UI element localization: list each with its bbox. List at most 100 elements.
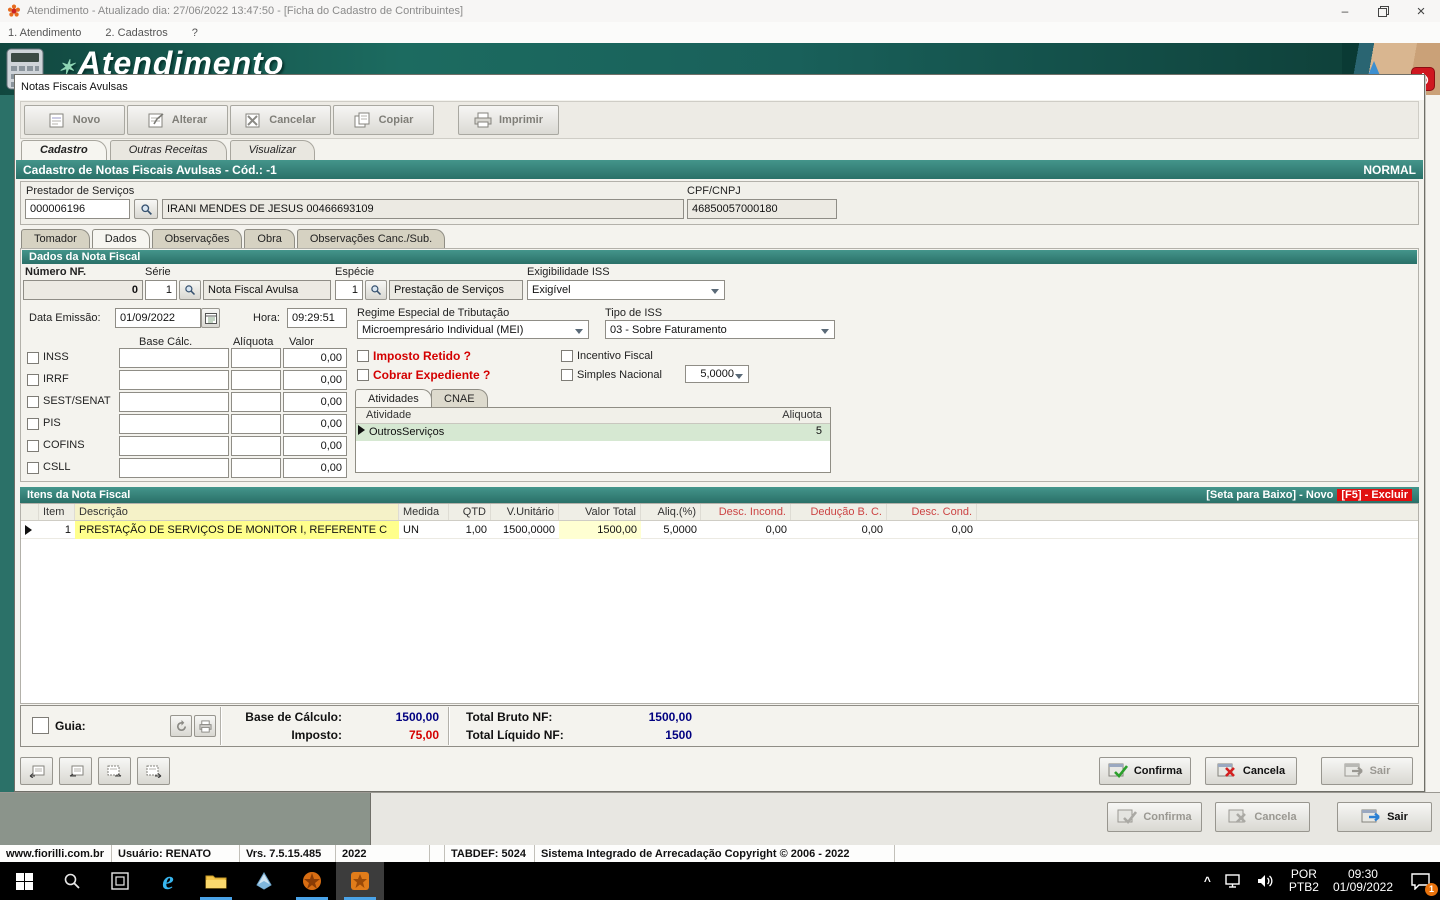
internet-explorer-button[interactable]: e: [144, 862, 192, 900]
pis-aliquota-field[interactable]: [231, 414, 281, 434]
app-button-fiorilli-2[interactable]: [336, 862, 384, 900]
especie-field[interactable]: 1: [335, 280, 363, 300]
csll-aliquota-field[interactable]: [231, 458, 281, 478]
nav-prev-button[interactable]: [59, 757, 92, 785]
cpf-field: 46850057000180: [687, 199, 837, 219]
regime-select[interactable]: Microempresário Individual (MEI): [357, 320, 589, 339]
imprimir-button[interactable]: Imprimir: [458, 105, 559, 135]
csll-checkbox[interactable]: [27, 462, 39, 474]
minimize-button[interactable]: –: [1326, 0, 1364, 22]
csll-valor-field[interactable]: 0,00: [283, 458, 347, 478]
cofins-aliquota-field[interactable]: [231, 436, 281, 456]
nav-next-button[interactable]: [98, 757, 131, 785]
tab-visualizar[interactable]: Visualizar: [230, 140, 316, 160]
cofins-base-field[interactable]: [119, 436, 229, 456]
prestador-code-field[interactable]: 000006196: [25, 199, 130, 219]
guia-checkbox[interactable]: [32, 717, 49, 734]
calendar-button[interactable]: [201, 308, 220, 328]
tab-obra[interactable]: Obra: [244, 229, 294, 248]
incentivo-checkbox[interactable]: [561, 350, 573, 362]
network-icon[interactable]: [1218, 862, 1250, 900]
tab-cadastro[interactable]: Cadastro: [21, 140, 107, 160]
tab-dados[interactable]: Dados: [92, 229, 150, 248]
file-explorer-button[interactable]: [192, 862, 240, 900]
simples-select[interactable]: 5,0000: [685, 365, 749, 383]
menu-cadastros[interactable]: 2. Cadastros: [105, 27, 167, 39]
cofins-valor-field[interactable]: 0,00: [283, 436, 347, 456]
hora-field[interactable]: 09:29:51: [287, 308, 347, 328]
divider: [448, 707, 449, 745]
irrf-base-field[interactable]: [119, 370, 229, 390]
item-row[interactable]: 1 PRESTAÇÃO DE SERVIÇOS DE MONITOR I, RE…: [21, 521, 1418, 539]
inss-base-field[interactable]: [119, 348, 229, 368]
search-icon: [140, 203, 153, 216]
sest-aliquota-field[interactable]: [231, 392, 281, 412]
tab-atividades[interactable]: Atividades: [355, 389, 432, 407]
start-button[interactable]: [0, 862, 48, 900]
tab-tomador[interactable]: Tomador: [21, 229, 90, 248]
numero-field[interactable]: 0: [23, 280, 143, 300]
total-bruto-label: Total Bruto NF:: [466, 710, 596, 724]
sair-button[interactable]: Sair: [1321, 757, 1413, 785]
notification-center-button[interactable]: 1: [1400, 862, 1440, 900]
sest-base-field[interactable]: [119, 392, 229, 412]
nav-first-button[interactable]: [20, 757, 53, 785]
inner-tabs: Tomador Dados Observações Obra Observaçõ…: [21, 229, 447, 248]
menu-help[interactable]: ?: [192, 27, 198, 39]
serie-search-button[interactable]: [179, 280, 201, 300]
nav-last-button[interactable]: [137, 757, 170, 785]
cancela-button[interactable]: Cancela: [1205, 757, 1297, 785]
alterar-button[interactable]: Alterar: [127, 105, 228, 135]
menu-atendimento[interactable]: 1. Atendimento: [8, 27, 81, 39]
tab-observacoes-canc[interactable]: Observações Canc./Sub.: [297, 229, 445, 248]
tray-chevron-up[interactable]: ^: [1197, 862, 1218, 900]
simples-checkbox[interactable]: [561, 369, 573, 381]
sest-checkbox[interactable]: [27, 396, 39, 408]
tab-cnae[interactable]: CNAE: [431, 389, 488, 407]
task-view-button[interactable]: [96, 862, 144, 900]
inss-aliquota-field[interactable]: [231, 348, 281, 368]
cofins-checkbox[interactable]: [27, 440, 39, 452]
language-indicator[interactable]: POR PTB2: [1282, 862, 1326, 900]
copiar-button[interactable]: Copiar: [333, 105, 434, 135]
close-button[interactable]: ×: [1402, 0, 1440, 22]
outer-confirma-button[interactable]: Confirma: [1107, 802, 1202, 832]
irrf-checkbox[interactable]: [27, 374, 39, 386]
clock[interactable]: 09:30 01/09/2022: [1326, 862, 1400, 900]
guia-print-button[interactable]: [194, 715, 216, 737]
irrf-aliquota-field[interactable]: [231, 370, 281, 390]
app-button-blue[interactable]: [240, 862, 288, 900]
emissao-field[interactable]: 01/09/2022: [115, 308, 201, 328]
serie-field[interactable]: 1: [145, 280, 177, 300]
imposto-retido-checkbox[interactable]: [357, 350, 369, 362]
inss-checkbox[interactable]: [27, 352, 39, 364]
speaker-icon[interactable]: [1250, 862, 1282, 900]
atividade-row[interactable]: OutrosServiços 5: [356, 424, 830, 441]
pis-valor-field[interactable]: 0,00: [283, 414, 347, 434]
app-button-fiorilli-1[interactable]: [288, 862, 336, 900]
col-qtd: QTD: [449, 504, 491, 520]
outer-sair-button[interactable]: Sair: [1337, 802, 1432, 832]
confirma-button[interactable]: Confirma: [1099, 757, 1191, 785]
exigibilidade-select[interactable]: Exigível: [527, 280, 725, 300]
pis-checkbox[interactable]: [27, 418, 39, 430]
prestador-search-button[interactable]: [134, 199, 158, 219]
csll-base-field[interactable]: [119, 458, 229, 478]
irrf-valor-field[interactable]: 0,00: [283, 370, 347, 390]
sest-valor-field[interactable]: 0,00: [283, 392, 347, 412]
tab-observacoes[interactable]: Observações: [152, 229, 243, 248]
cancelar-button[interactable]: Cancelar: [230, 105, 331, 135]
outer-cancela-button[interactable]: Cancela: [1215, 802, 1310, 832]
status-badge: NORMAL: [1363, 163, 1416, 177]
especie-search-button[interactable]: [365, 280, 387, 300]
tab-outras-receitas[interactable]: Outras Receitas: [110, 140, 227, 160]
pis-base-field[interactable]: [119, 414, 229, 434]
taskbar-search-button[interactable]: [48, 862, 96, 900]
col-aliq: Aliq.(%): [641, 504, 701, 520]
cobrar-expediente-checkbox[interactable]: [357, 369, 369, 381]
guia-refresh-button[interactable]: [170, 715, 192, 737]
novo-button[interactable]: Novo: [24, 105, 125, 135]
tipo-iss-select[interactable]: 03 - Sobre Faturamento: [605, 320, 835, 339]
restore-button[interactable]: [1364, 0, 1402, 22]
inss-valor-field[interactable]: 0,00: [283, 348, 347, 368]
